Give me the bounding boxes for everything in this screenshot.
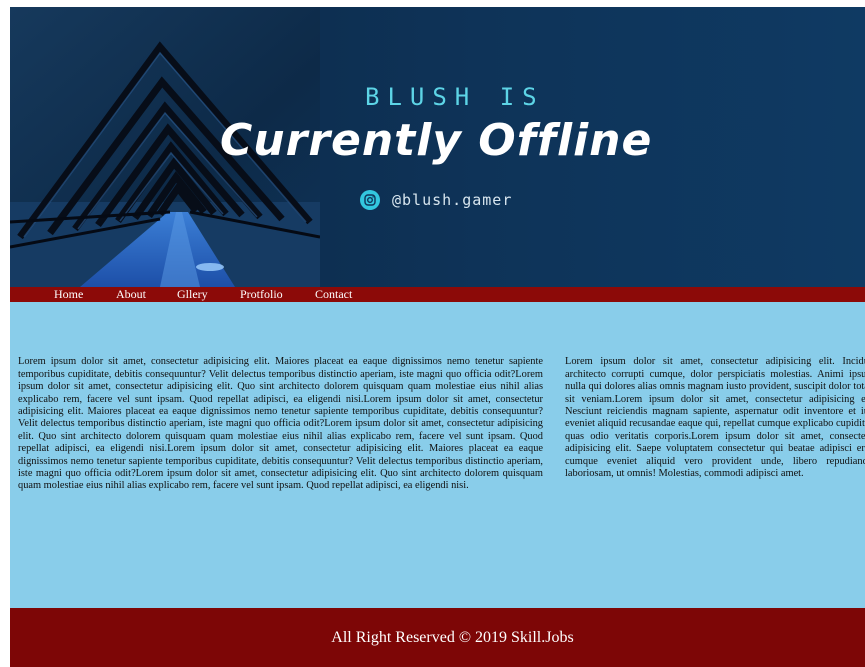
side-paragraph: Lorem ipsum dolor sit amet, consectetur … (565, 356, 865, 480)
nav-contact[interactable]: Contact (315, 286, 352, 302)
nav-home[interactable]: Home (54, 286, 83, 302)
nav-gallery[interactable]: Gllery (177, 286, 208, 302)
banner-subtitle: BLUSH IS (365, 83, 545, 111)
page: BLUSH IS Currently Offline @blush.gamer … (0, 0, 865, 667)
nav-about[interactable]: About (116, 286, 146, 302)
offline-banner: BLUSH IS Currently Offline @blush.gamer (10, 7, 865, 287)
instagram-icon (360, 190, 380, 210)
page-footer: All Right Reserved © 2019 Skill.Jobs (10, 608, 865, 667)
banner-title: Currently Offline (220, 115, 653, 166)
main-paragraph: Lorem ipsum dolor sit amet, consectetur … (18, 356, 543, 492)
copyright-text: All Right Reserved © 2019 Skill.Jobs (331, 628, 574, 646)
social-link[interactable]: @blush.gamer (360, 190, 512, 210)
nav-portfolio[interactable]: Protfolio (240, 286, 283, 302)
main-nav: Home About Gllery Protfolio Contact (10, 287, 865, 302)
social-handle: @blush.gamer (392, 191, 513, 209)
content-area: Lorem ipsum dolor sit amet, consectetur … (10, 302, 865, 608)
